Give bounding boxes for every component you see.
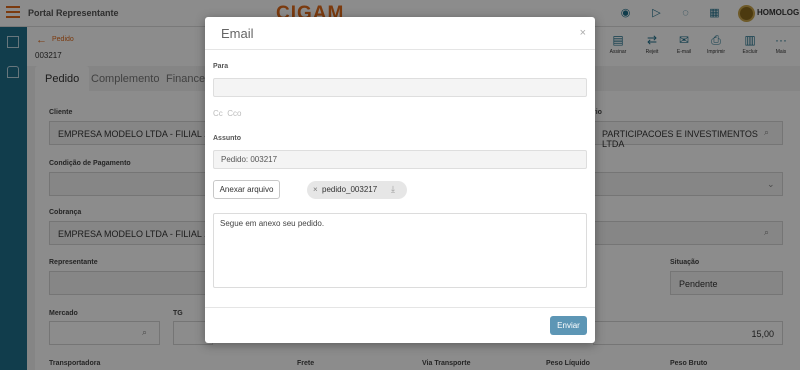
email-modal: Email × Para Cc Cco Assunto Pedido: 0032… (205, 17, 595, 343)
divider (205, 49, 595, 50)
divider (205, 307, 595, 308)
para-label: Para (213, 63, 229, 70)
download-icon[interactable]: ⤓ (391, 184, 395, 195)
assunto-input[interactable]: Pedido: 003217 (213, 150, 587, 169)
cc-link[interactable]: Cc (213, 109, 223, 118)
attachment-name: pedido_003217 (322, 185, 378, 194)
send-button[interactable]: Enviar (550, 316, 587, 335)
para-input[interactable] (213, 78, 587, 97)
modal-title: Email (221, 26, 254, 41)
close-icon[interactable]: × (580, 27, 586, 39)
cco-link[interactable]: Cco (227, 109, 241, 118)
email-body-textarea[interactable]: Segue em anexo seu pedido. (213, 213, 587, 288)
remove-attachment-icon[interactable]: × (313, 185, 318, 194)
cc-links: Cc Cco (213, 109, 241, 118)
attachment-chip: × pedido_003217 ⤓ (307, 181, 407, 199)
assunto-label: Assunto (213, 135, 241, 142)
attach-file-button[interactable]: Anexar arquivo (213, 180, 280, 199)
